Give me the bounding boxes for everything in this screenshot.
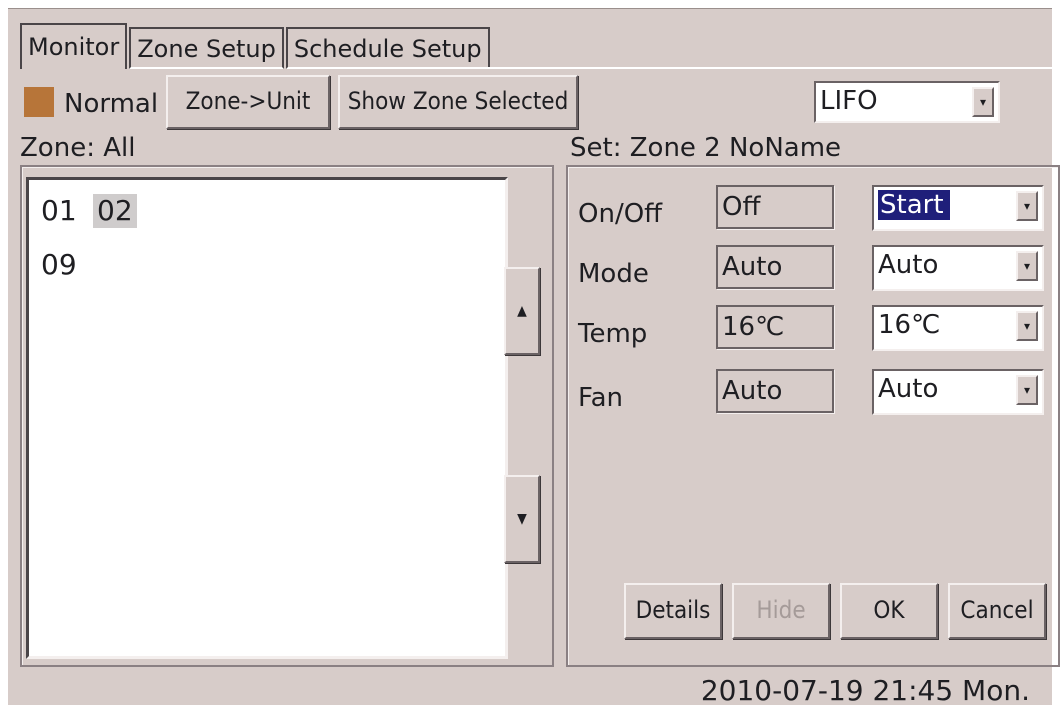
mode-select[interactable]: Auto ▾ — [872, 245, 1044, 291]
zone-list[interactable]: 01 02 09 — [26, 177, 508, 659]
monitor-screen: Monitor Zone Setup Schedule Setup Normal… — [8, 8, 1060, 705]
temp-select[interactable]: 16℃ ▾ — [872, 305, 1044, 351]
zone-item-01[interactable]: 01 — [37, 194, 81, 228]
chevron-down-icon[interactable]: ▾ — [1016, 251, 1038, 281]
chevron-down-icon[interactable]: ▾ — [972, 87, 994, 117]
cancel-button[interactable]: Cancel — [948, 583, 1046, 639]
arrow-down-icon: ▼ — [517, 511, 527, 527]
tab-schedule-setup[interactable]: Schedule Setup — [285, 27, 490, 69]
tab-bar: Monitor Zone Setup Schedule Setup — [20, 19, 492, 69]
chevron-down-icon[interactable]: ▾ — [1016, 311, 1038, 341]
temp-current: 16℃ — [716, 305, 834, 349]
zone-to-unit-button[interactable]: Zone->Unit — [166, 75, 330, 129]
chevron-down-icon[interactable]: ▾ — [1016, 375, 1038, 405]
details-button[interactable]: Details — [624, 583, 722, 639]
fan-select-value: Auto — [878, 374, 939, 404]
temp-label: Temp — [578, 319, 648, 349]
status-indicator — [24, 87, 54, 117]
fan-select[interactable]: Auto ▾ — [872, 369, 1044, 415]
ok-button[interactable]: OK — [840, 583, 938, 639]
onoff-current: Off — [716, 185, 834, 229]
scroll-up-button[interactable]: ▲ — [504, 267, 540, 355]
mode-select-value: Auto — [878, 250, 939, 280]
show-zone-selected-button[interactable]: Show Zone Selected — [338, 75, 578, 129]
onoff-select[interactable]: Start ▾ — [872, 185, 1044, 231]
zone-item-09[interactable]: 09 — [37, 248, 81, 282]
hide-button[interactable]: Hide — [732, 583, 830, 639]
fan-label: Fan — [578, 383, 623, 413]
arrow-up-icon: ▲ — [517, 303, 527, 319]
order-select-value: LIFO — [820, 86, 878, 116]
tab-monitor[interactable]: Monitor — [20, 23, 128, 69]
mode-label: Mode — [578, 259, 649, 289]
scroll-down-button[interactable]: ▼ — [504, 475, 540, 563]
set-heading: Set: Zone 2 NoName — [570, 133, 842, 163]
mode-current: Auto — [716, 245, 834, 289]
tab-zone-setup[interactable]: Zone Setup — [129, 27, 284, 69]
status-label: Normal — [64, 89, 159, 119]
fan-current: Auto — [716, 369, 834, 413]
order-select[interactable]: LIFO ▾ — [814, 81, 1000, 123]
onoff-select-value: Start — [878, 190, 950, 220]
zone-heading: Zone: All — [20, 133, 136, 163]
chevron-down-icon[interactable]: ▾ — [1016, 191, 1038, 221]
tab-divider — [452, 67, 1052, 69]
datetime-display: 2010-07-19 21:45 Mon. — [700, 674, 1030, 705]
onoff-label: On/Off — [578, 199, 663, 229]
zone-item-02[interactable]: 02 — [93, 194, 137, 228]
temp-select-value: 16℃ — [878, 310, 941, 340]
